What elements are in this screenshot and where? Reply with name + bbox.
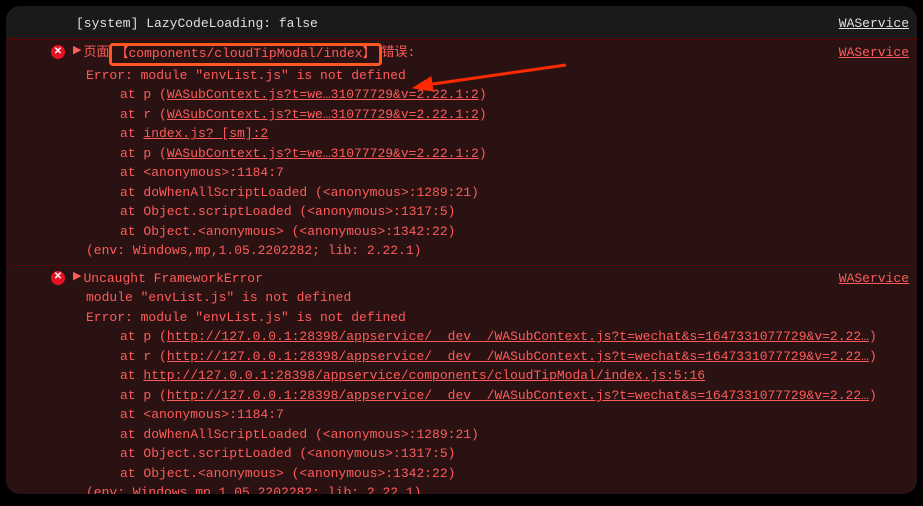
stack-link[interactable]: http://127.0.0.1:28398/appservice/__dev_… <box>167 388 869 403</box>
stack-at: at r ( <box>120 349 167 364</box>
stack-frame: at p (WASubContext.js?t=we…31077729&v=2.… <box>48 144 917 164</box>
service-link[interactable]: WAService <box>839 43 909 66</box>
stack-frame: at p (http://127.0.0.1:28398/appservice/… <box>48 327 917 347</box>
stack-link[interactable]: WASubContext.js?t=we…31077729&v=2.22.1:2 <box>167 107 479 122</box>
console-panel: [system] LazyCodeLoading: false WAServic… <box>6 6 917 494</box>
stack-link[interactable]: index.js? [sm]:2 <box>143 126 268 141</box>
error-message: module "envList.js" is not defined <box>48 288 917 308</box>
stack-frame: at Object.<anonymous> (<anonymous>:1342:… <box>48 222 917 242</box>
error-icon: ✕ <box>51 271 65 285</box>
stack-at: at Object.<anonymous> (<anonymous>:1342:… <box>120 224 455 239</box>
stack-frame: at index.js? [sm]:2 <box>48 124 917 144</box>
stack-tail: ) <box>869 349 877 364</box>
log-line-system: [system] LazyCodeLoading: false WAServic… <box>6 6 917 38</box>
stack-frame: at <anonymous>:1184:7 <box>48 405 917 425</box>
stack-at: at p ( <box>120 329 167 344</box>
stack-frame: at Object.<anonymous> (<anonymous>:1342:… <box>48 464 917 484</box>
error-block-1: ✕ ▶ 页面 【components/cloudTipModal/index】 … <box>6 39 917 264</box>
error-title: Uncaught FrameworkError <box>83 269 262 289</box>
error-message: Error: module "envList.js" is not define… <box>48 66 917 86</box>
stack-at: at <box>120 368 143 383</box>
stack-frame: at r (WASubContext.js?t=we…31077729&v=2.… <box>48 105 917 125</box>
stack-at: at Object.scriptLoaded (<anonymous>:1317… <box>120 204 455 219</box>
stack-frame: at http://127.0.0.1:28398/appservice/com… <box>48 366 917 386</box>
env-line: (env: Windows,mp,1.05.2202282; lib: 2.22… <box>48 241 917 261</box>
error-message-2: Error: module "envList.js" is not define… <box>48 308 917 328</box>
service-link[interactable]: WAService <box>839 16 909 31</box>
stack-tail: ) <box>869 388 877 403</box>
stack-tail: ) <box>869 329 877 344</box>
stack-tail: ) <box>479 146 487 161</box>
stack-frame: at <anonymous>:1184:7 <box>48 163 917 183</box>
disclosure-triangle-icon[interactable]: ▶ <box>73 269 81 289</box>
stack-link[interactable]: WASubContext.js?t=we…31077729&v=2.22.1:2 <box>167 87 479 102</box>
stack-at: at p ( <box>120 388 167 403</box>
highlighted-path: 【components/cloudTipModal/index】 <box>109 43 381 66</box>
error-prefix: 页面 <box>83 43 109 66</box>
stack-at: at p ( <box>120 87 167 102</box>
disclosure-triangle-icon[interactable]: ▶ <box>73 43 81 66</box>
stack-at: at r ( <box>120 107 167 122</box>
stack-at: at doWhenAllScriptLoaded (<anonymous>:12… <box>120 427 479 442</box>
stack-at: at <anonymous>:1184:7 <box>120 407 284 422</box>
stack-link[interactable]: WASubContext.js?t=we…31077729&v=2.22.1:2 <box>167 146 479 161</box>
stack-at: at <box>120 126 143 141</box>
stack-at: at p ( <box>120 146 167 161</box>
lazy-loading-status: LazyCodeLoading: false <box>146 16 318 31</box>
stack-frame: at Object.scriptLoaded (<anonymous>:1317… <box>48 444 917 464</box>
stack-frame: at r (http://127.0.0.1:28398/appservice/… <box>48 347 917 367</box>
error-block-2: ✕ ▶ Uncaught FrameworkError WAService mo… <box>6 265 917 494</box>
stack-frame: at doWhenAllScriptLoaded (<anonymous>:12… <box>48 425 917 445</box>
system-tag: [system] <box>76 16 138 31</box>
stack-frame: at p (http://127.0.0.1:28398/appservice/… <box>48 386 917 406</box>
stack-at: at <anonymous>:1184:7 <box>120 165 284 180</box>
stack-frame: at doWhenAllScriptLoaded (<anonymous>:12… <box>48 183 917 203</box>
stack-link[interactable]: http://127.0.0.1:28398/appservice/compon… <box>143 368 705 383</box>
stack-tail: ) <box>479 87 487 102</box>
stack-link[interactable]: http://127.0.0.1:28398/appservice/__dev_… <box>167 349 869 364</box>
stack-link[interactable]: http://127.0.0.1:28398/appservice/__dev_… <box>167 329 869 344</box>
error-icon: ✕ <box>51 45 65 59</box>
error-suffix: 错误: <box>382 43 416 66</box>
service-link[interactable]: WAService <box>839 269 909 289</box>
stack-frame: at p (WASubContext.js?t=we…31077729&v=2.… <box>48 85 917 105</box>
stack-tail: ) <box>479 107 487 122</box>
stack-frame: at Object.scriptLoaded (<anonymous>:1317… <box>48 202 917 222</box>
stack-at: at doWhenAllScriptLoaded (<anonymous>:12… <box>120 185 479 200</box>
env-line: (env: Windows,mp,1.05.2202282; lib: 2.22… <box>48 483 917 494</box>
stack-at: at Object.<anonymous> (<anonymous>:1342:… <box>120 466 455 481</box>
stack-at: at Object.scriptLoaded (<anonymous>:1317… <box>120 446 455 461</box>
